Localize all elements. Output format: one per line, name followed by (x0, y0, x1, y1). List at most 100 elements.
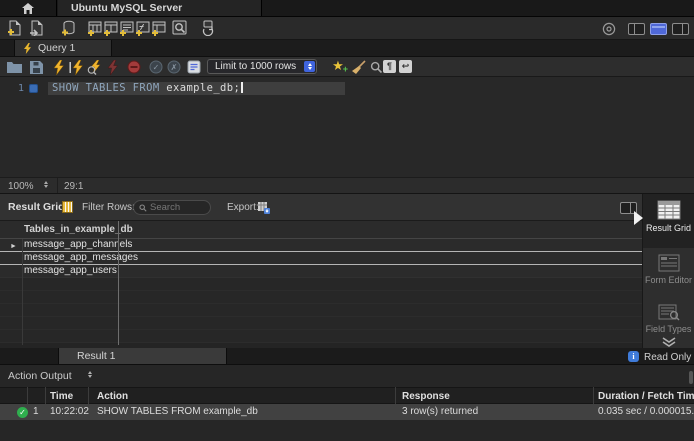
cell-value: message_app_users (24, 265, 117, 276)
new-sql-tab-icon[interactable] (6, 20, 22, 36)
table-row[interactable]: message_app_users (0, 265, 642, 278)
row-duration: 0.035 sec / 0.000015... (598, 404, 694, 420)
table-row[interactable]: message_app_messages (0, 252, 642, 265)
execute-query-icon[interactable] (50, 59, 66, 75)
create-schema-icon[interactable] (60, 20, 76, 36)
save-script-icon[interactable] (28, 59, 44, 75)
search-icon (139, 204, 147, 212)
create-view-icon[interactable] (102, 20, 118, 36)
query-toolbar: ✓ ✗ Limit to 1000 rows ★ + ¶ ↩ (0, 57, 694, 77)
title-bar: Ubuntu MySQL Server (0, 0, 694, 17)
home-tab[interactable] (0, 0, 57, 16)
editor-zoom-level[interactable]: 100% (8, 181, 34, 192)
svg-text:✓: ✓ (153, 63, 160, 72)
create-procedure-icon[interactable] (118, 20, 134, 36)
filter-rows-label: Filter Rows: (82, 202, 135, 213)
open-script-icon[interactable] (6, 59, 22, 75)
scrollbar-thumb[interactable] (689, 371, 693, 384)
search-table-data-icon[interactable] (172, 20, 188, 36)
stop-query-icon[interactable] (104, 59, 120, 75)
query-tab-label: Query 1 (38, 42, 75, 54)
reconnect-dbms-icon[interactable] (200, 20, 216, 36)
sql-statement[interactable]: SHOW TABLES FROM example_db; (52, 82, 243, 95)
show-invisibles-toggle-icon[interactable]: ¶ (383, 60, 396, 73)
query-lightning-icon (23, 43, 32, 54)
cell-value: message_app_channels (24, 239, 132, 250)
find-in-script-icon[interactable] (368, 59, 384, 75)
sql-keywords: SHOW TABLES FROM (52, 82, 166, 94)
column-header-action[interactable]: Action (97, 389, 128, 404)
toggle-stop-on-error-icon[interactable] (126, 59, 142, 75)
result-side-panel: Result Grid Form Editor Field Types (642, 194, 694, 348)
side-panel-item-label: Result Grid (646, 223, 691, 233)
side-panel-item-label: Form Editor (645, 275, 692, 285)
toggle-right-sidebar-icon[interactable] (672, 23, 689, 35)
action-output-selector-icon[interactable] (88, 371, 92, 378)
success-check-icon: ✓ (17, 407, 28, 418)
editor-status-bar: 100% 29:1 (0, 177, 694, 194)
wrap-text-toggle-icon[interactable]: ↩ (399, 60, 412, 73)
connection-tab[interactable]: Ubuntu MySQL Server (58, 0, 262, 16)
export-label: Export: (227, 202, 259, 213)
sql-identifier: example_db (166, 82, 233, 94)
row-index: 1 (33, 404, 39, 420)
read-only-info-icon[interactable]: i (628, 351, 639, 362)
row-time: 10:22:02 (50, 404, 89, 420)
create-index-icon[interactable] (150, 20, 166, 36)
column-separator[interactable] (118, 221, 119, 345)
result-grid-panel-label: Result Grid (8, 201, 65, 213)
action-output-header-row: Time Action Response Duration / Fetch Ti… (0, 387, 694, 404)
svg-text:✗: ✗ (171, 63, 178, 72)
execute-current-statement-icon[interactable] (68, 59, 84, 75)
limit-rows-value: Limit to 1000 rows (215, 61, 296, 72)
table-row-empty (0, 317, 642, 330)
limit-rows-dropdown[interactable]: Limit to 1000 rows (207, 59, 317, 74)
line-number: 1 (8, 83, 24, 94)
grid-view-icon (62, 201, 73, 213)
caret-position: 29:1 (64, 181, 83, 192)
create-table-icon[interactable] (86, 20, 102, 36)
column-header[interactable]: Tables_in_example_db (0, 221, 642, 239)
open-sql-script-icon[interactable] (28, 20, 44, 36)
toggle-output-area-icon[interactable] (650, 23, 667, 35)
explain-query-icon[interactable] (86, 59, 102, 75)
cell-value: message_app_messages (24, 252, 138, 263)
column-header-response[interactable]: Response (402, 389, 450, 404)
export-recordset-icon[interactable] (256, 200, 272, 216)
sql-terminator: ; (234, 82, 241, 94)
column-header-time[interactable]: Time (50, 389, 73, 404)
zoom-stepper-icon[interactable] (44, 181, 48, 188)
side-panel-item-form-editor[interactable]: Form Editor (643, 248, 694, 298)
column-header-duration[interactable]: Duration / Fetch Time (598, 389, 694, 404)
result-tab-bar: Result 1 i Read Only (0, 348, 694, 365)
save-snippet-icon[interactable]: ★ + (330, 58, 346, 74)
toggle-left-sidebar-icon[interactable] (628, 23, 645, 35)
result-grid-icon (657, 200, 681, 220)
table-row-empty (0, 291, 642, 304)
beautify-script-icon[interactable] (350, 59, 366, 75)
toggle-autocommit-icon[interactable] (186, 59, 202, 75)
filter-rows-search-input[interactable] (150, 202, 210, 213)
field-types-icon (658, 304, 680, 321)
filter-rows-search[interactable] (133, 200, 211, 215)
mysql-workbench-window: Ubuntu MySQL Server (0, 0, 694, 441)
side-panel-item-result-grid[interactable]: Result Grid (643, 194, 694, 248)
sql-editor[interactable]: 1 SHOW TABLES FROM example_db; (0, 77, 694, 177)
side-panel-item-field-types[interactable]: Field Types (643, 298, 694, 336)
panel-collapse-chevron-icon[interactable] (661, 337, 677, 347)
action-output-row[interactable]: ✓ 1 10:22:02 SHOW TABLES FROM example_db… (0, 404, 694, 420)
row-action: SHOW TABLES FROM example_db (97, 404, 258, 420)
commit-icon[interactable]: ✓ (148, 59, 164, 75)
active-panel-arrow-icon (634, 211, 643, 225)
table-row[interactable]: ► message_app_channels (0, 239, 642, 252)
tab-query-1[interactable]: Query 1 (14, 40, 112, 56)
home-icon (22, 3, 34, 14)
side-panel-item-label: Field Types (646, 324, 692, 334)
dropdown-stepper-icon (304, 61, 315, 72)
gutter-separator (22, 239, 23, 345)
plus-glyph: + (343, 65, 348, 74)
rollback-icon[interactable]: ✗ (166, 59, 182, 75)
create-function-icon[interactable] (134, 20, 150, 36)
connection-status-icon (601, 21, 617, 37)
tab-result-1[interactable]: Result 1 (58, 348, 227, 364)
